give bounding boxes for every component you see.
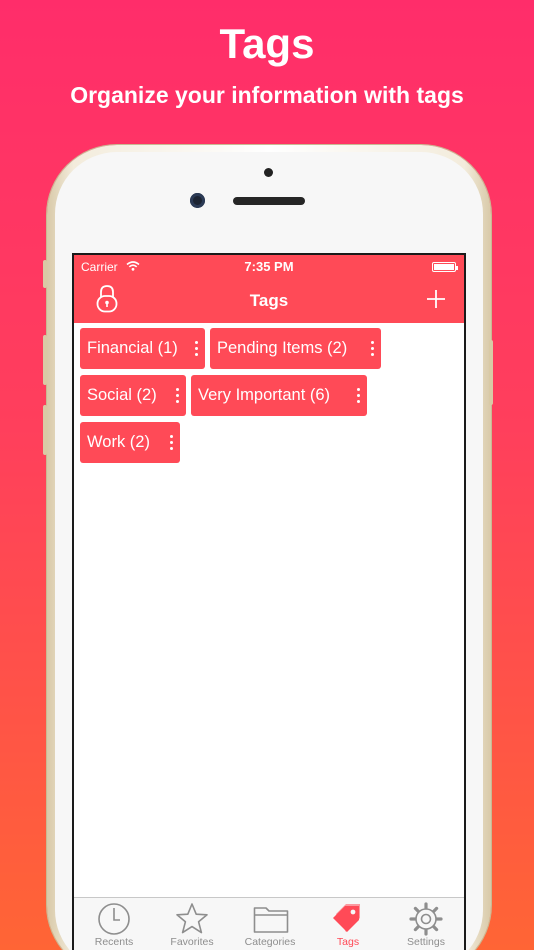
clock-icon bbox=[98, 903, 130, 935]
tab-bar: Recents Favorites Categories Tags Settin… bbox=[74, 897, 464, 950]
phone-mute-switch bbox=[43, 260, 47, 288]
tab-settings[interactable]: Settings bbox=[387, 898, 464, 950]
tag-label: Social (2) bbox=[87, 386, 157, 404]
promo-subtitle: Organize your information with tags bbox=[70, 82, 464, 108]
tab-categories[interactable]: Categories bbox=[231, 898, 309, 950]
tab-label: Favorites bbox=[170, 936, 214, 948]
tag-chip-very-important[interactable]: Very Important (6) bbox=[191, 375, 367, 416]
phone-volume-up bbox=[43, 335, 47, 385]
status-time: 7:35 PM bbox=[244, 259, 294, 274]
page-title: Tags bbox=[249, 291, 289, 310]
phone-power-button bbox=[489, 340, 493, 405]
tag-chip-social[interactable]: Social (2) bbox=[80, 375, 186, 416]
tab-favorites[interactable]: Favorites bbox=[153, 898, 231, 950]
plus-icon[interactable] bbox=[426, 289, 446, 309]
tag-chip-work[interactable]: Work (2) bbox=[80, 422, 180, 463]
phone-speaker bbox=[233, 197, 305, 205]
tag-chip-pending-items[interactable]: Pending Items (2) bbox=[210, 328, 381, 369]
more-options-icon[interactable] bbox=[371, 341, 374, 356]
phone-sensor bbox=[264, 168, 273, 177]
phone-camera bbox=[190, 193, 205, 208]
more-options-icon[interactable] bbox=[195, 341, 198, 356]
tag-label: Very Important (6) bbox=[198, 386, 331, 404]
navigation-bar: Carrier 7:35 PM Tags bbox=[74, 255, 464, 323]
tab-label: Tags bbox=[336, 936, 360, 948]
battery-icon bbox=[432, 262, 458, 272]
tag-chip-financial[interactable]: Financial (1) bbox=[80, 328, 205, 369]
tag-label: Work (2) bbox=[87, 433, 150, 451]
tag-label: Financial (1) bbox=[87, 339, 178, 357]
gear-icon bbox=[409, 902, 443, 936]
tab-label: Recents bbox=[94, 936, 134, 948]
more-options-icon[interactable] bbox=[176, 388, 179, 403]
more-options-icon[interactable] bbox=[170, 435, 173, 450]
phone-volume-down bbox=[43, 405, 47, 455]
tab-label: Categories bbox=[244, 936, 296, 948]
star-icon bbox=[176, 903, 208, 934]
tab-tags[interactable]: Tags bbox=[309, 898, 387, 950]
more-options-icon[interactable] bbox=[357, 388, 360, 403]
promo-title: Tags bbox=[219, 20, 315, 67]
tab-label: Settings bbox=[407, 936, 445, 948]
folder-icon bbox=[253, 907, 289, 933]
app-screen: Carrier 7:35 PM Tags Financial (1) Pendi… bbox=[72, 253, 466, 950]
tag-icon bbox=[333, 904, 360, 932]
tab-recents[interactable]: Recents bbox=[75, 898, 153, 950]
tag-label: Pending Items (2) bbox=[217, 339, 348, 357]
